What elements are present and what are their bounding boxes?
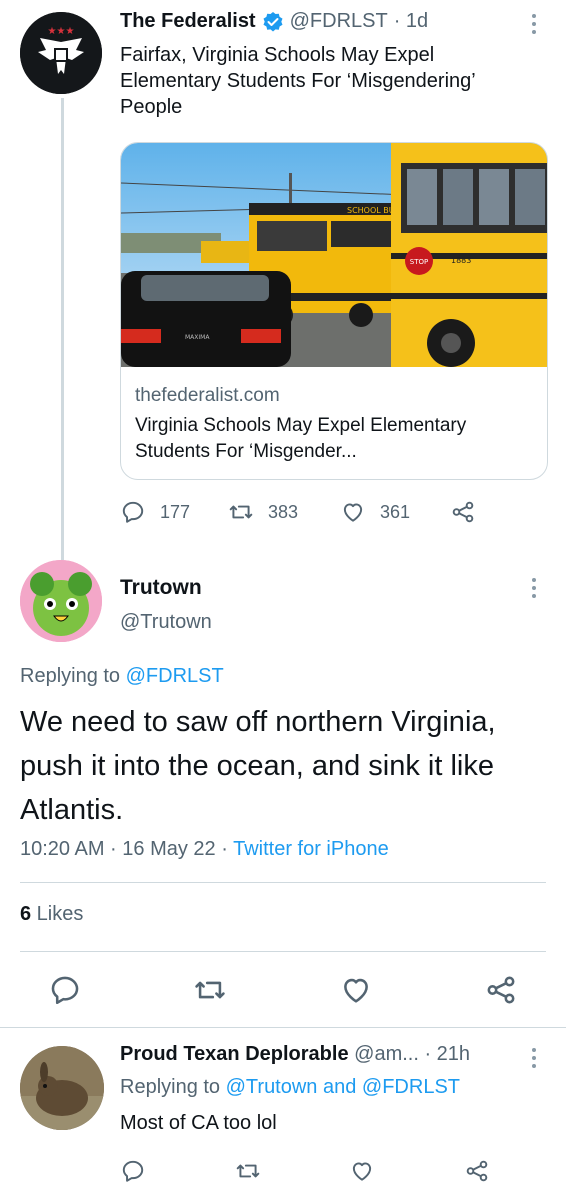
retweet-icon bbox=[229, 505, 253, 519]
retweet-icon[interactable] bbox=[193, 973, 227, 1007]
replying-to-line: Replying to @FDRLST bbox=[20, 665, 224, 688]
link-card[interactable]: SCHOOL BUS STOP 1883 MAXIMA thefederalis… bbox=[120, 142, 548, 480]
tweet1-handle[interactable]: @FDRLST bbox=[290, 10, 388, 33]
tweet3-text: Most of CA too lol bbox=[120, 1112, 277, 1134]
divider bbox=[20, 882, 546, 883]
retweet-button[interactable]: 383 bbox=[228, 499, 340, 525]
svg-text:★★★: ★★★ bbox=[48, 26, 75, 37]
like-count: 361 bbox=[380, 501, 411, 522]
tweet3-replying-links[interactable]: @Trutown and @FDRLST bbox=[226, 1076, 460, 1098]
trutown-name[interactable]: Trutown bbox=[120, 576, 202, 600]
tweet3-more-icon[interactable] bbox=[531, 1048, 537, 1068]
like-icon[interactable] bbox=[339, 973, 373, 1007]
card-title: Virginia Schools May Expel Elementary St… bbox=[135, 415, 467, 462]
share-icon bbox=[452, 501, 474, 523]
reply-icon[interactable] bbox=[120, 1158, 146, 1184]
reply-icon bbox=[122, 501, 144, 523]
likes-count: 6 bbox=[20, 903, 32, 925]
tweet1-header: The Federalist @FDRLST · 1d bbox=[120, 10, 526, 33]
trutown-handle[interactable]: @Trutown bbox=[120, 611, 212, 634]
tweet3-header: Proud Texan Deplorable @am... · 21h bbox=[120, 1043, 470, 1066]
trutown-avatar[interactable] bbox=[20, 560, 102, 642]
federalist-avatar[interactable]: ★★★ bbox=[20, 12, 102, 94]
divider bbox=[20, 951, 546, 952]
tweet3-handle[interactable]: @am... · 21h bbox=[354, 1043, 470, 1065]
bus-number-label: 1883 bbox=[451, 256, 471, 265]
like-icon[interactable] bbox=[349, 1158, 375, 1184]
tweet1-text: Fairfax, Virginia Schools May Expel Elem… bbox=[120, 44, 475, 118]
tweet1-time: · 1d bbox=[393, 10, 429, 32]
likes-label: Likes bbox=[31, 903, 84, 925]
tweet-separator bbox=[0, 1027, 566, 1028]
tweet2-actions bbox=[48, 970, 518, 1010]
tweet2-more-icon[interactable] bbox=[531, 578, 537, 598]
trutown-tweet-text: We need to saw off northern Virginia, pu… bbox=[20, 706, 496, 826]
likes-summary[interactable]: 6 Likes bbox=[20, 903, 83, 926]
reply-count: 177 bbox=[160, 501, 191, 522]
tweet3-author-name[interactable]: Proud Texan Deplorable bbox=[120, 1043, 349, 1065]
tweet3-replying-line: Replying to @Trutown and @FDRLST bbox=[120, 1076, 460, 1099]
tweet3-replying-prefix: Replying to bbox=[120, 1076, 221, 1098]
reply-button[interactable]: 177 bbox=[120, 499, 228, 525]
reply-icon[interactable] bbox=[48, 973, 82, 1007]
stop-sign-label: STOP bbox=[410, 258, 428, 266]
like-icon bbox=[343, 503, 363, 522]
tweet3-actions bbox=[120, 1156, 490, 1186]
tweet1-author-name[interactable]: The Federalist bbox=[120, 10, 256, 33]
replying-prefix: Replying to bbox=[20, 665, 121, 687]
card-image: SCHOOL BUS STOP 1883 MAXIMA bbox=[121, 143, 547, 367]
card-domain: thefederalist.com bbox=[135, 385, 280, 406]
proud-texan-avatar[interactable] bbox=[20, 1046, 104, 1130]
like-button[interactable]: 361 bbox=[340, 499, 450, 525]
tweet1-more-icon[interactable] bbox=[531, 14, 537, 34]
verified-badge-icon bbox=[263, 11, 283, 31]
share-button[interactable] bbox=[450, 499, 476, 525]
replying-to-link[interactable]: @FDRLST bbox=[126, 665, 224, 687]
timestamp-text: 10:20 AM · 16 May 22 · bbox=[20, 838, 234, 860]
retweet-count: 383 bbox=[268, 501, 299, 522]
share-icon[interactable] bbox=[484, 973, 518, 1007]
thread-line bbox=[61, 98, 64, 560]
tweet-timestamp: 10:20 AM · 16 May 22 · Twitter for iPhon… bbox=[20, 838, 389, 861]
car-label: MAXIMA bbox=[185, 334, 210, 341]
tweet1-actions: 177 383 361 bbox=[120, 496, 540, 528]
source-link[interactable]: Twitter for iPhone bbox=[233, 838, 389, 860]
share-icon[interactable] bbox=[464, 1158, 490, 1184]
retweet-icon[interactable] bbox=[235, 1158, 261, 1184]
